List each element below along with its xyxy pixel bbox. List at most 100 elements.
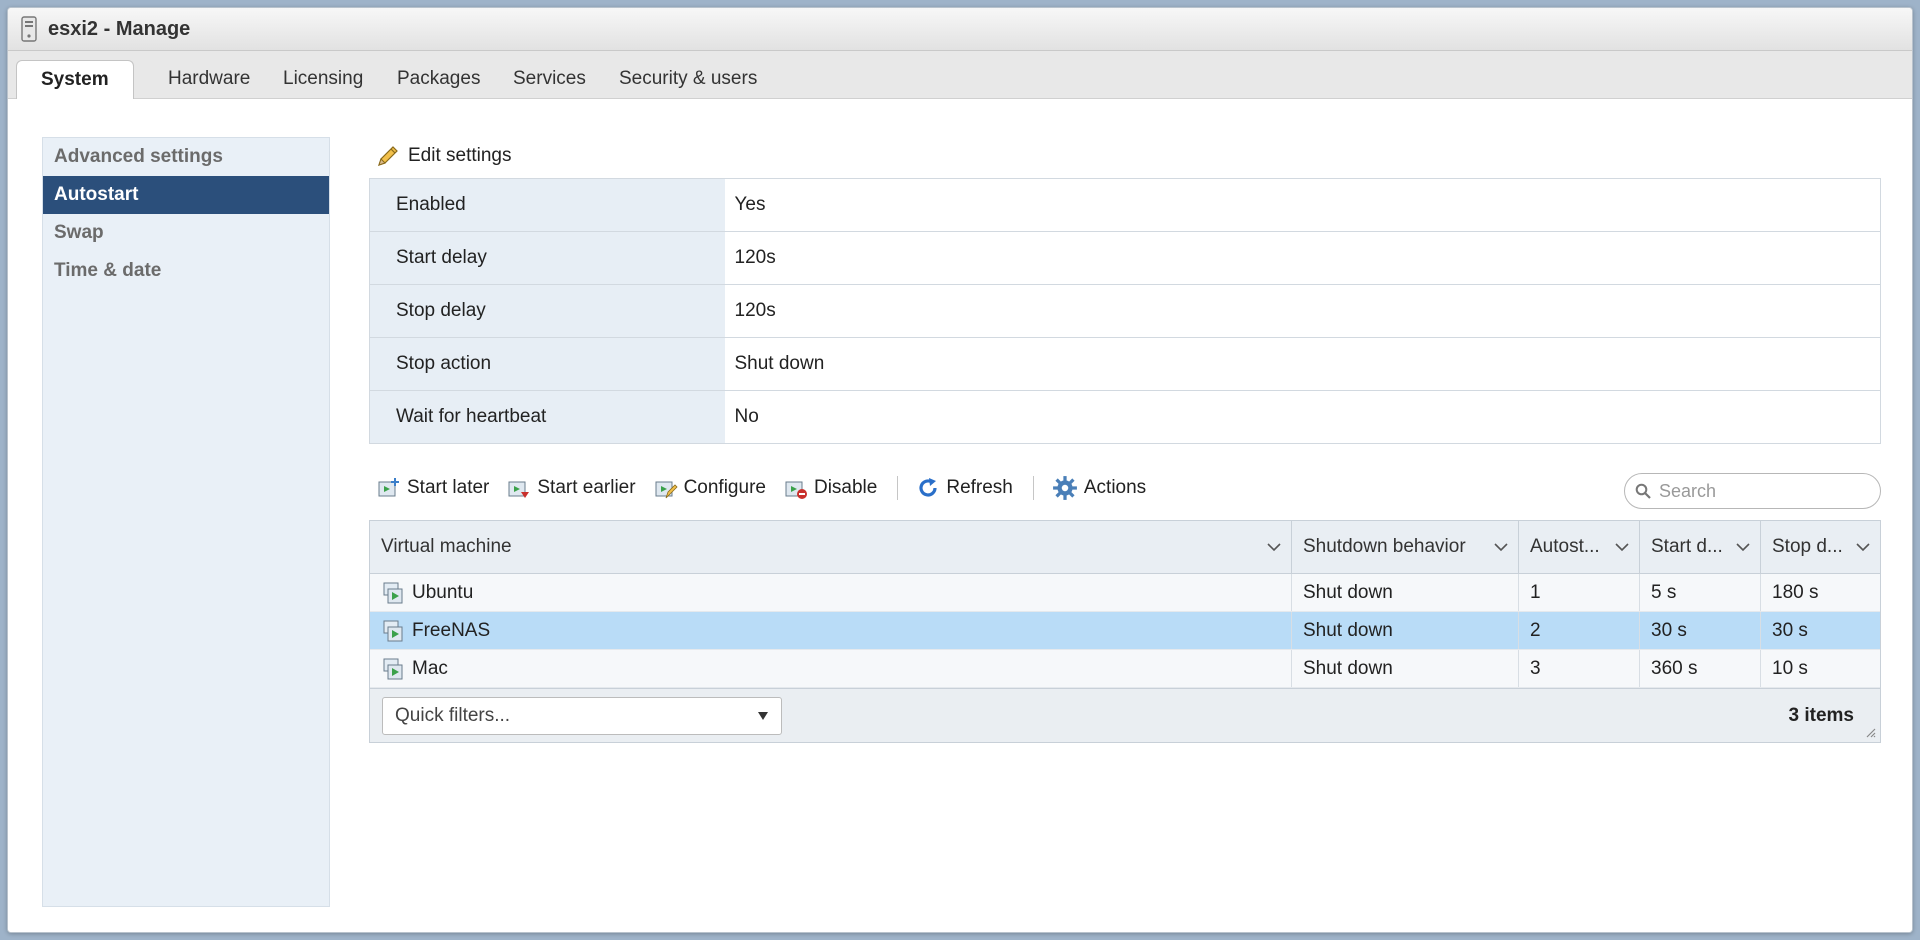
column-label: Start d... [1651,536,1723,557]
table-row[interactable]: FreeNAS Shut down 2 30 s 30 s [370,612,1880,650]
refresh-label: Refresh [946,477,1013,498]
quick-filters-dropdown[interactable]: Quick filters... [382,696,782,735]
refresh-icon [919,478,937,497]
dropdown-arrow-icon [758,711,768,720]
autostart-order-cell: 2 [1519,612,1640,649]
title-bar: esxi2 - Manage [8,8,1912,51]
settings-row-stop-delay: Stop delay 120s [369,284,1881,338]
chevron-down-icon [1494,543,1508,552]
autostart-order-cell: 1 [1519,574,1640,611]
configure-label: Configure [683,477,766,498]
column-label: Virtual machine [381,536,512,557]
vm-name: Mac [412,657,448,679]
vm-icon [383,658,403,679]
stop-delay-cell: 30 s [1772,619,1808,641]
chevron-down-icon [1267,543,1281,552]
edit-settings-label: Edit settings [408,145,512,166]
vm-icon [383,620,403,641]
item-count: 3 items [1788,704,1854,726]
toolbar-separator [897,476,899,500]
configure-icon [655,481,678,499]
search-icon [1635,483,1651,499]
start-earlier-icon [508,481,530,498]
vm-name: Ubuntu [412,581,474,603]
column-header-shutdown[interactable]: Shutdown behavior [1292,521,1519,573]
settings-row-start-delay: Start delay 120s [369,231,1881,285]
vm-name: FreeNAS [412,619,491,641]
start-earlier-button[interactable]: Start earlier [499,476,645,500]
vm-cell: Ubuntu [370,574,1292,611]
chevron-down-icon [1736,543,1750,552]
disable-label: Disable [813,477,878,498]
column-label: Autost... [1530,536,1600,557]
search-input[interactable] [1657,479,1867,503]
refresh-button[interactable]: Refresh [908,476,1023,500]
shutdown-cell: Shut down [1292,612,1519,649]
chevron-down-icon [1856,543,1870,552]
grid-footer: Quick filters... 3 items [370,688,1880,742]
vm-toolbar: Start later Start earlier Configure Disa… [369,467,1881,509]
sidebar-item-time-date[interactable]: Time & date [43,252,329,290]
edit-settings-button[interactable]: Edit settings [369,137,1881,175]
column-header-stop-delay[interactable]: Stop d... [1761,521,1880,573]
column-label: Stop d... [1772,536,1843,557]
settings-value: No [724,390,1881,444]
manage-window: esxi2 - Manage System Hardware Licensing… [7,7,1913,933]
gear-icon [1052,476,1077,500]
vm-cell: FreeNAS [370,612,1292,649]
start-delay-cell: 5 s [1640,574,1761,611]
column-header-start-delay[interactable]: Start d... [1640,521,1761,573]
settings-key: Start delay [369,231,725,285]
stop-delay-cell: 180 s [1772,581,1819,603]
tab-packages[interactable]: Packages [373,60,504,99]
sidebar: Advanced settings Autostart Swap Time & … [42,137,330,907]
actions-label: Actions [1083,477,1147,498]
autostart-order-cell: 3 [1519,650,1640,687]
column-header-autostart[interactable]: Autost... [1519,521,1640,573]
tab-hardware[interactable]: Hardware [144,60,274,99]
stop-delay-cell: 10 s [1772,657,1808,679]
column-label: Shutdown behavior [1303,536,1466,557]
toolbar-separator [1032,476,1034,500]
shutdown-cell: Shut down [1292,650,1519,687]
sidebar-item-autostart[interactable]: Autostart [43,176,329,214]
column-header-vm[interactable]: Virtual machine [370,521,1292,573]
settings-value: 120s [724,284,1881,338]
settings-row-wait-heartbeat: Wait for heartbeat No [369,390,1881,444]
pencil-icon [378,146,398,166]
grid-header: Virtual machine Shutdown behavior Autost… [370,521,1880,574]
vm-icon [383,582,403,603]
chevron-down-icon [1615,543,1629,552]
search-box [1624,473,1881,509]
tab-system[interactable]: System [16,60,134,99]
start-later-button[interactable]: Start later [369,476,499,500]
resize-grip-icon[interactable] [1864,726,1876,738]
settings-row-enabled: Enabled Yes [369,178,1881,232]
settings-value: Shut down [724,337,1881,391]
host-icon [21,16,37,42]
settings-value: Yes [724,178,1881,232]
start-earlier-label: Start earlier [537,477,636,498]
tab-licensing[interactable]: Licensing [259,60,387,99]
settings-key: Wait for heartbeat [369,390,725,444]
sidebar-item-advanced-settings[interactable]: Advanced settings [43,138,329,176]
start-later-label: Start later [407,477,490,498]
settings-key: Enabled [369,178,725,232]
autostart-main: Edit settings Enabled Yes Start delay 12… [369,137,1881,743]
autostart-settings-table: Enabled Yes Start delay 120s Stop delay … [369,178,1881,444]
disable-button[interactable]: Disable [776,476,887,500]
start-delay-cell: 360 s [1640,650,1761,687]
sidebar-item-swap[interactable]: Swap [43,214,329,252]
autostart-vm-grid: Virtual machine Shutdown behavior Autost… [369,520,1881,743]
table-row[interactable]: Mac Shut down 3 360 s 10 s [370,650,1880,688]
window-title: esxi2 - Manage [48,17,191,40]
table-row[interactable]: Ubuntu Shut down 1 5 s 180 s [370,574,1880,612]
tab-security-users[interactable]: Security & users [595,60,781,99]
shutdown-cell: Shut down [1292,574,1519,611]
actions-button[interactable]: Actions [1044,475,1156,501]
configure-button[interactable]: Configure [646,476,776,500]
start-later-icon [378,478,399,497]
vm-cell: Mac [370,650,1292,687]
tab-services[interactable]: Services [489,60,610,99]
quick-filters-label: Quick filters... [395,704,511,726]
